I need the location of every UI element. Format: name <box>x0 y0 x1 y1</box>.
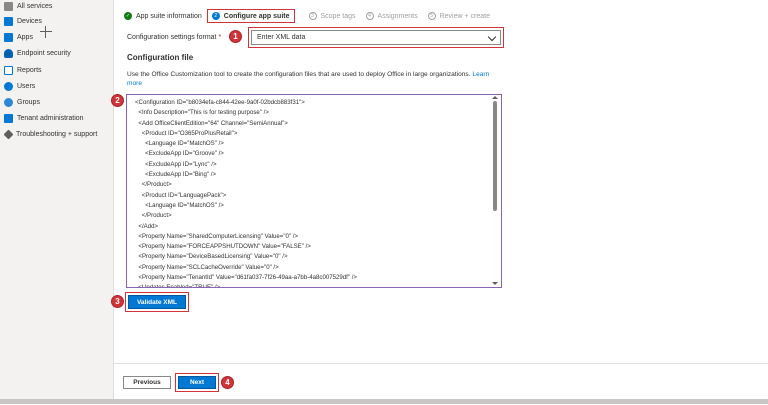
xml-content: <Configuration ID="b8034efa-c844-42ee-9a… <box>135 98 357 288</box>
description-text: Use the Office Customization tool to cre… <box>127 71 471 78</box>
xml-line: <Add OfficeClientEdition="64" Channel="S… <box>135 119 288 127</box>
step-number: 5 <box>427 12 436 20</box>
step-configure-app-suite[interactable]: 2 Configure app suite <box>206 9 295 23</box>
checkmark-icon: ✓ <box>124 12 132 20</box>
troubleshooting-icon <box>3 129 14 139</box>
step-assignments[interactable]: 4 Assignments <box>365 12 418 20</box>
sidebar-item-troubleshooting[interactable]: Troubleshooting + support <box>3 127 98 141</box>
sidebar-item-users[interactable]: Users <box>4 79 35 93</box>
callout-badge-1: 1 <box>229 30 242 43</box>
window-bottom-edge <box>0 399 768 404</box>
next-button[interactable]: Next <box>178 376 216 389</box>
sidebar-item-label: Endpoint security <box>17 49 71 57</box>
sidebar-item-label: Devices <box>17 17 42 25</box>
step-review-create[interactable]: 5 Review + create <box>427 12 490 20</box>
xml-line: <Property Name="SharedComputerLicensing"… <box>135 232 299 240</box>
required-mark: * <box>218 34 222 41</box>
apps-icon <box>4 32 13 42</box>
sidebar-item-label: Reports <box>17 66 42 74</box>
xml-line: <ExcludeApp ID="Lync" /> <box>135 160 217 168</box>
step-label: Assignments <box>377 12 418 20</box>
step-app-suite-information[interactable]: ✓ App suite information <box>124 12 202 20</box>
xml-line: <Product ID="O365ProPlusRetail"> <box>135 129 238 137</box>
endpoint-security-icon <box>4 48 13 58</box>
sidebar-item-label: Groups <box>17 98 40 106</box>
configuration-format-label: Configuration settings format * <box>127 34 221 41</box>
step-label: Configure app suite <box>223 12 290 20</box>
xml-line: <Language ID="MatchOS" /> <box>135 201 224 209</box>
all-services-icon <box>4 1 13 11</box>
sidebar-item-label: Tenant administration <box>17 114 84 122</box>
validate-xml-button[interactable]: Validate XML <box>128 295 186 309</box>
users-icon <box>4 81 13 91</box>
tenant-administration-icon <box>4 113 13 123</box>
xml-line: <Info Description="This is for testing p… <box>135 109 269 117</box>
xml-line: <Property Name="DeviceBasedLicensing" Va… <box>135 253 288 261</box>
step-label: Scope tags <box>320 12 356 20</box>
xml-line: <Property Name="TenantId" Value="d61fa03… <box>135 274 357 282</box>
sidebar-item-label: Users <box>17 82 36 90</box>
callout-badge-3: 3 <box>111 295 124 308</box>
sidebar-item-apps[interactable]: Apps <box>4 30 33 44</box>
step-label: App suite information <box>136 12 202 20</box>
xml-line: <ExcludeApp ID="Groove" /> <box>135 150 224 158</box>
sidebar-item-endpoint-security[interactable]: Endpoint security <box>4 46 71 60</box>
dropdown-value: Enter XML data <box>257 34 306 41</box>
devices-icon <box>4 16 13 26</box>
step-number: 3 <box>308 12 317 20</box>
xml-line: <Configuration ID="b8034efa-c844-42ee-9a… <box>135 99 305 106</box>
wizard-steps: ✓ App suite information 2 Configure app … <box>124 8 500 24</box>
step-number: 2 <box>211 12 220 20</box>
xml-line: </Add> <box>135 222 159 230</box>
xml-line: <ExcludeApp ID="Bing" /> <box>135 171 217 179</box>
sidebar-item-devices[interactable]: Devices <box>4 14 42 28</box>
scroll-up-icon[interactable] <box>492 96 498 99</box>
callout-badge-2: 2 <box>111 94 124 107</box>
sidebar-item-reports[interactable]: Reports <box>4 63 42 77</box>
xml-editor[interactable]: <Configuration ID="b8034efa-c844-42ee-9a… <box>126 94 502 288</box>
sidebar-item-tenant-administration[interactable]: Tenant administration <box>4 111 84 125</box>
xml-line: <Updates Enabled="TRUE" /> <box>135 284 221 288</box>
step-label: Review + create <box>439 12 490 20</box>
scrollbar[interactable] <box>493 101 497 211</box>
section-title: Configuration file <box>127 53 194 62</box>
xml-line: <Property Name="SCLCacheOverride" Value=… <box>135 263 279 271</box>
section-description: Use the Office Customization tool to cre… <box>127 70 502 88</box>
callout-badge-4: 4 <box>221 376 234 389</box>
sidebar-item-label: Apps <box>17 33 33 41</box>
step-scope-tags[interactable]: 3 Scope tags <box>308 12 356 20</box>
sidebar-item-label: Troubleshooting + support <box>16 130 98 138</box>
chevron-down-icon <box>487 32 497 42</box>
format-label-text: Configuration settings format <box>127 34 217 41</box>
groups-icon <box>4 97 13 107</box>
scroll-down-icon[interactable] <box>492 282 498 285</box>
xml-line: </Product> <box>135 181 172 189</box>
reports-icon <box>4 65 13 75</box>
step-number: 4 <box>365 12 374 20</box>
xml-line: </Product> <box>135 212 172 220</box>
configuration-format-dropdown[interactable]: Enter XML data <box>251 30 501 45</box>
xml-line: <Product ID="LanguagePack"> <box>135 191 227 199</box>
xml-line: <Language ID="MatchOS" /> <box>135 140 224 148</box>
xml-line: <Property Name="FORCEAPPSHUTDOWN" Value=… <box>135 243 311 251</box>
sidebar-item-label: All services <box>17 2 53 10</box>
cursor-crosshair-icon <box>40 26 52 38</box>
sidebar: All services Devices Apps Endpoint secur… <box>0 0 114 404</box>
sidebar-item-all-services[interactable]: All services <box>4 0 52 13</box>
previous-button[interactable]: Previous <box>123 376 171 389</box>
sidebar-item-groups[interactable]: Groups <box>4 95 40 109</box>
